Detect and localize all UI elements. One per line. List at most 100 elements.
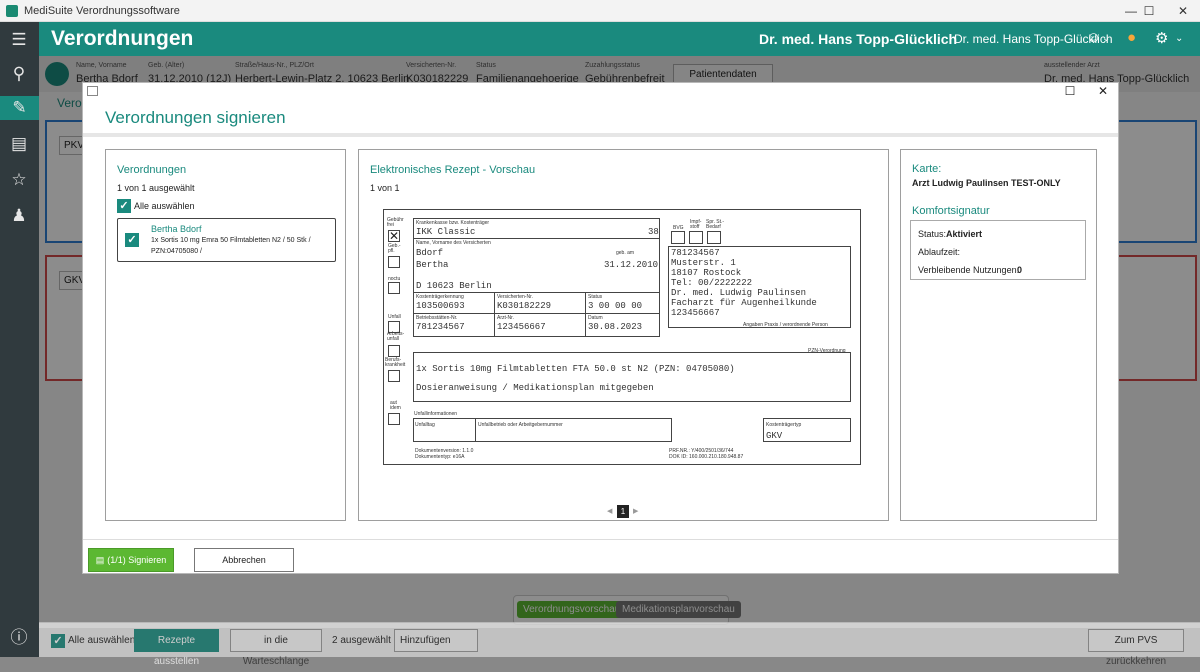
doctor-block: 781234567 Musterstr. 1 18107 Rostock Tel… xyxy=(668,246,851,328)
doc-line: Musterstr. 1 xyxy=(671,258,736,268)
window-title: MediSuite Verordnungssoftware xyxy=(24,4,180,17)
doc-line: Tel: 00/2222222 xyxy=(671,278,753,288)
geb-label: geb. am xyxy=(616,250,635,256)
impf-label: Impf- stoff xyxy=(690,219,702,230)
sign-icon: ▤ xyxy=(95,555,105,565)
chevron-down-icon[interactable]: ⌄ xyxy=(1102,33,1110,44)
sign-dialog: ☐ ✕ Verordnungen signieren Verordnungen … xyxy=(82,82,1119,574)
checkbox-gebuehr-frei: ✕ xyxy=(388,229,400,243)
label-unfall: Unfall xyxy=(388,314,401,320)
select-all-label: Alle auswählen xyxy=(68,635,136,646)
label-aut-idem: aut idem xyxy=(390,400,401,411)
select-all-checkbox[interactable]: ✓ xyxy=(117,199,131,213)
doc-line: 781234567 xyxy=(671,248,720,258)
queue-button[interactable]: in die Warteschlange xyxy=(230,629,322,667)
rx-firstname: Bertha xyxy=(416,260,449,270)
rx-date: 30.08.2023 xyxy=(588,322,643,332)
chevron-down-icon[interactable]: ⌄ xyxy=(1175,33,1183,44)
card-value: Arzt Ludwig Paulinsen TEST-ONLY xyxy=(912,178,1061,188)
rx-bsnr: 781234567 xyxy=(416,322,465,332)
dialog-titlebar: ☐ ✕ xyxy=(83,83,1118,101)
item-line2: PZN:04705080 / xyxy=(151,248,202,255)
star-icon[interactable]: ☆ xyxy=(7,168,31,192)
item-checkbox[interactable]: ✓ xyxy=(125,233,139,247)
select-all-checkbox[interactable]: ✓ xyxy=(51,634,65,648)
info-icon[interactable]: ⓘ xyxy=(7,626,31,650)
kttyp-label: Kostenträgertyp xyxy=(766,422,802,428)
doc-line: 123456667 xyxy=(671,308,720,318)
dialog-icon xyxy=(87,86,98,96)
rx-kt: 103500693 xyxy=(416,301,465,311)
search-icon[interactable]: ⚲ xyxy=(7,62,31,86)
sign-button[interactable]: ▤ (1/1) Signieren xyxy=(88,548,174,572)
add-dropdown[interactable]: Hinzufügen xyxy=(394,629,478,652)
doc-line: Dr. med. Ludwig Paulinsen xyxy=(671,288,807,298)
bell-icon[interactable]: ● xyxy=(1127,29,1136,46)
selected-count: 1 von 1 ausgewählt xyxy=(117,183,195,193)
rx-lastname: Bdorf xyxy=(416,248,444,258)
doctor-icon[interactable]: ♟ xyxy=(7,204,31,228)
maximize-icon[interactable]: ☐ xyxy=(1132,0,1166,22)
unfalltag-label: Unfalltag xyxy=(415,422,435,428)
doc-line: 18107 Rostock xyxy=(671,268,742,278)
app-icon xyxy=(6,4,18,17)
prescription-form: Gebühr frei ✕ Geb.- pfl. noctu Unfall Ar… xyxy=(383,209,861,465)
verordnungen-panel: Verordnungen 1 von 1 ausgewählt ✓ Alle a… xyxy=(105,149,346,521)
kt-label: Kostenträgerkennung xyxy=(416,294,464,300)
label-arbeitsunfall: Arbeits- unfall xyxy=(387,331,405,342)
prev-page-icon[interactable]: ◀ xyxy=(607,507,612,515)
date-label: Datum xyxy=(588,315,603,321)
gear-icon[interactable]: ⚙ xyxy=(1155,29,1168,47)
box-impf xyxy=(689,231,703,244)
card-label: Karte: xyxy=(912,163,942,175)
checkbox-noctu xyxy=(388,282,400,294)
rx-lanr: 123456667 xyxy=(497,322,546,332)
kk-label: Krankenkasse bzw. Kostenträger xyxy=(416,220,490,226)
doctyp: Dokumententyp: e16A xyxy=(415,454,465,460)
maximize-icon[interactable]: ☐ xyxy=(1055,84,1085,98)
select-all-label: Alle auswählen xyxy=(134,201,195,211)
clipboard-icon[interactable]: ▤ xyxy=(7,132,31,156)
header-doctor: Dr. med. Hans Topp-Glücklich xyxy=(759,31,958,47)
checkbox-aut-idem xyxy=(388,413,400,425)
spr-label: Spr. St.- Bedarf xyxy=(706,219,725,230)
item-line1: 1x Sortis 10 mg Emra 50 Filmtabletten N2… xyxy=(151,237,311,244)
divider xyxy=(83,133,1118,137)
next-page-icon[interactable]: ▶ xyxy=(633,507,638,515)
close-icon[interactable]: ✕ xyxy=(1088,84,1118,98)
comfort-box: Status: Aktiviert Ablaufzeit: Verbleiben… xyxy=(910,220,1086,280)
rx-dob: 31.12.2010 xyxy=(604,260,659,270)
bottom-bar: ✓ Alle auswählen Rezepte ausstellen in d… xyxy=(39,622,1200,667)
lanr-label: Arzt-Nr. xyxy=(497,315,514,321)
bsnr-label: Betriebsstätten-Nr. xyxy=(416,315,458,321)
side-navigation: ☰ ⚲ ✎ ▤ ☆ ♟ ⓘ xyxy=(0,22,39,657)
kk-value: IKK Classic xyxy=(416,227,476,237)
rx-med1: 1x Sortis 10mg Filmtabletten FTA 50.0 st… xyxy=(416,364,735,374)
issue-prescriptions-button[interactable]: Rezepte ausstellen xyxy=(134,629,219,667)
kk-number: 38 xyxy=(648,227,659,237)
vnr-label: Versicherten-Nr. xyxy=(497,294,533,300)
rx-med2: Dosieranweisung / Medikationsplan mitgeg… xyxy=(416,383,654,393)
prescription-icon[interactable]: ✎ xyxy=(0,96,39,120)
selected-count: 2 ausgewählt xyxy=(332,635,391,646)
menu-icon[interactable]: ☰ xyxy=(7,28,31,52)
medication-block xyxy=(413,352,851,402)
page-number[interactable]: 1 xyxy=(617,505,629,518)
close-icon[interactable]: ✕ xyxy=(1166,0,1200,22)
cancel-button[interactable]: Abbrechen xyxy=(194,548,294,572)
rx-kttyp: GKV xyxy=(766,431,783,441)
comfort-status-label: Status: xyxy=(918,229,947,239)
checkbox-arbeitsunfall xyxy=(388,345,400,357)
checkbox-geb-pfl xyxy=(388,256,400,268)
comfort-status: Aktiviert xyxy=(946,229,983,239)
back-to-pvs-button[interactable]: Zum PVS zurückkehren xyxy=(1088,629,1184,667)
rx-vnr: K030182229 xyxy=(497,301,552,311)
status-label: Status xyxy=(588,294,603,300)
rezept-preview-panel: Elektronisches Rezept - Vorschau 1 von 1… xyxy=(358,149,889,521)
user-icon[interactable]: ☺ xyxy=(1086,29,1101,46)
list-item[interactable]: ✓ Bertha Bdorf 1x Sortis 10 mg Emra 50 F… xyxy=(117,218,336,262)
comfort-title: Komfortsignatur xyxy=(912,205,990,217)
preview-title: Elektronisches Rezept - Vorschau xyxy=(370,164,536,176)
sign-button-label: (1/1) Signieren xyxy=(107,555,167,565)
dialog-title: Verordnungen signieren xyxy=(105,108,286,127)
